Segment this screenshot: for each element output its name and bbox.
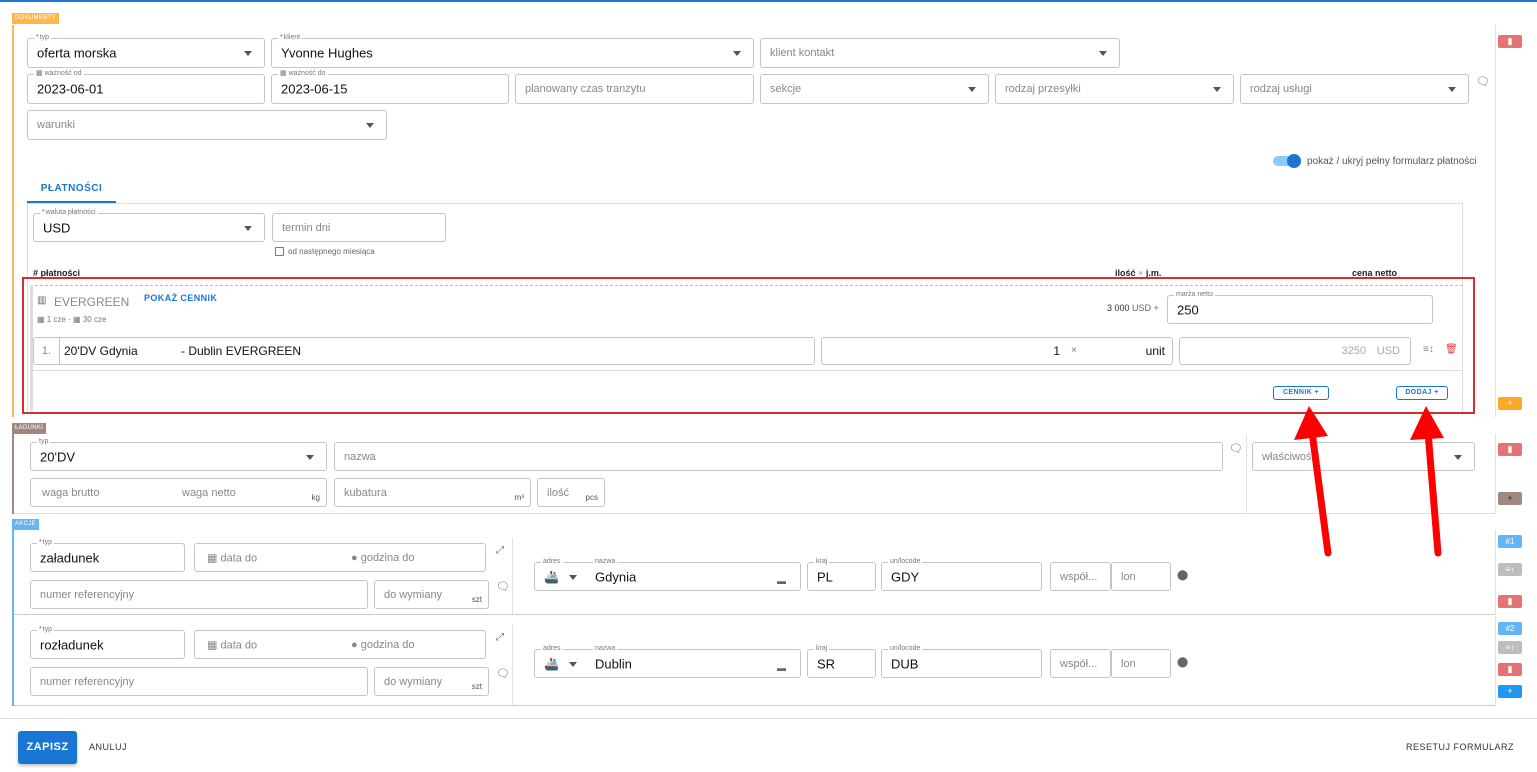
arrow-to-dodaj <box>1410 406 1444 557</box>
annotation-arrows <box>1294 406 1444 557</box>
arrow-to-cennik <box>1294 406 1332 557</box>
